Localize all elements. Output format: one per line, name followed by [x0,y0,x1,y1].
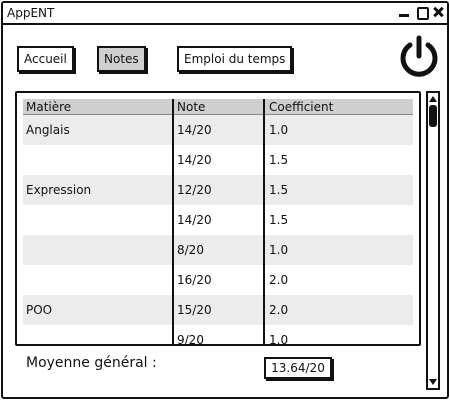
table-row[interactable]: 8/20 1.0 [23,235,413,265]
cell-note: 14/20 [177,213,212,227]
table-row[interactable]: 9/20 1.0 [23,325,413,346]
cell-coefficient: 1.0 [269,243,289,257]
table-header-row: Matière Note Coefficient [23,99,413,115]
cell-matiere [26,265,170,295]
window-controls [397,5,444,21]
cell-note: 9/20 [177,333,204,346]
cell-note: 8/20 [177,243,204,257]
scroll-down-icon[interactable] [429,378,437,386]
cell-note: 14/20 [177,153,212,167]
average-value: 13.64/20 [264,357,332,379]
notes-button[interactable]: Notes [97,46,146,72]
title-bar: AppENT [3,3,447,25]
cell-coefficient: 1.0 [269,333,289,346]
maximize-icon[interactable] [415,5,430,20]
accueil-button[interactable]: Accueil [17,46,74,72]
grades-grid: Matière Note Coefficient Anglais 14/20 1.0… [23,99,413,346]
cell-coefficient: 1.0 [269,123,289,137]
cell-matiere [26,145,170,175]
close-icon[interactable] [432,5,444,19]
header-coefficient: Coefficient [269,99,334,114]
scroll-up-icon[interactable] [429,95,437,103]
cell-matiere: Expression [26,183,92,197]
header-note: Note [177,99,206,114]
table-row[interactable]: 14/20 1.5 [23,205,413,235]
cell-note: 14/20 [177,123,212,137]
table-row[interactable]: 14/20 1.5 [23,145,413,175]
cell-coefficient: 1.5 [269,183,289,197]
column-divider [172,99,174,344]
cell-coefficient: 1.5 [269,213,289,227]
average-label: Moyenne général : [26,355,157,371]
minimize-icon[interactable] [398,5,410,19]
cell-note: 12/20 [177,183,212,197]
scroll-thumb[interactable] [429,105,437,127]
cell-matiere: Anglais [26,123,70,137]
cell-note: 16/20 [177,273,212,287]
cell-coefficient: 2.0 [269,273,289,287]
column-divider [263,99,265,344]
cell-coefficient: 1.5 [269,153,289,167]
cell-matiere [26,205,170,235]
emploi-du-temps-button[interactable]: Emploi du temps [177,46,293,72]
table-row[interactable]: Expression 12/20 1.5 [23,175,413,205]
cell-matiere [26,235,170,265]
header-matiere: Matière [26,99,72,114]
cell-matiere [26,325,170,344]
cell-matiere: POO [26,303,53,317]
cell-coefficient: 2.0 [269,303,289,317]
grades-table: Matière Note Coefficient Anglais 14/20 1.0… [15,91,421,346]
table-row[interactable]: POO 15/20 2.0 [23,295,413,325]
table-scrollbar[interactable] [426,91,440,390]
power-icon[interactable] [396,34,442,80]
cell-note: 15/20 [177,303,212,317]
table-row[interactable]: Anglais 14/20 1.0 [23,115,413,145]
window-title: AppENT [7,6,55,20]
table-row[interactable]: 16/20 2.0 [23,265,413,295]
app-window: AppENT Accueil Notes Emploi du temps Mat… [1,1,449,399]
